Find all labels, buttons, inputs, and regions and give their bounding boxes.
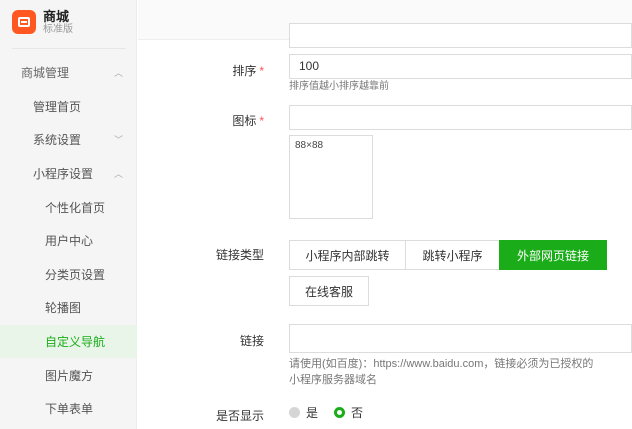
sidebar-item-label: 用户中心 [45, 234, 94, 249]
sidebar-menu: 商城管理 ︿ 管理首页 系统设置 ﹀ 小程序设置 ︿ 个性化首页 用户中心 分类… [0, 56, 137, 426]
link-type-miniprogram[interactable]: 跳转小程序 [405, 240, 500, 270]
sort-label: 排序 * [232, 64, 264, 78]
icon-url-input[interactable] [289, 105, 632, 130]
sidebar-item-label: 轮播图 [45, 301, 82, 316]
brand-name: 商城 [43, 8, 70, 24]
icon-size-hint: 88×88 [295, 140, 324, 151]
divider [12, 48, 126, 49]
sidebar-item-label: 图片魔方 [45, 368, 94, 383]
sidebar-item-label: 下单表单 [45, 402, 94, 417]
chevron-down-icon: ﹀ [113, 136, 123, 147]
chevron-up-icon: ︿ [113, 170, 123, 181]
link-hint-line-1: 请使用(如百度)：https://www.baidu.com，链接必须为已授权的 [289, 358, 594, 370]
title-input[interactable] [289, 23, 632, 48]
nav-edit-form: 排序 * 100 排序值越小排序越靠前 图标 * 88×88 链接类型 小程序内部跳… [138, 23, 632, 429]
brand-edition: 标准版 [43, 23, 73, 35]
sidebar-item-miniprogram-settings[interactable]: 小程序设置 ︿ [0, 157, 137, 191]
sidebar-item-label: 分类页设置 [45, 267, 106, 282]
sidebar-item-label: 小程序设置 [33, 167, 94, 182]
sidebar-item-order-form[interactable]: 下单表单 [0, 392, 137, 426]
link-input[interactable] [289, 324, 632, 353]
icon-label: 图标 * [232, 114, 264, 128]
show-yes-radio[interactable]: 是 [289, 404, 318, 421]
sidebar-item-category-page[interactable]: 分类页设置 [0, 258, 137, 292]
link-type-internal[interactable]: 小程序内部跳转 [289, 240, 406, 270]
link-type-external[interactable]: 外部网页链接 [499, 240, 607, 270]
sidebar-item-admin-home[interactable]: 管理首页 [0, 90, 137, 124]
sort-hint: 排序值越小排序越靠前 [289, 81, 389, 92]
show-no-radio[interactable]: 否 [334, 404, 363, 421]
link-label: 链接 [239, 334, 264, 348]
sidebar-item-user-center[interactable]: 用户中心 [0, 224, 137, 258]
radio-checked-icon [334, 407, 345, 418]
radio-unchecked-icon [289, 407, 300, 418]
sidebar-item-label: 系统设置 [33, 133, 82, 148]
show-label: 是否显示 [215, 409, 264, 423]
link-type-customer-service[interactable]: 在线客服 [289, 276, 369, 306]
link-hint-line-2: 小程序服务器域名 [289, 374, 377, 386]
brand[interactable]: 商城 标准版 [0, 0, 137, 44]
sidebar-item-custom-nav[interactable]: 自定义导航 [0, 324, 137, 359]
sort-input[interactable]: 100 [289, 54, 632, 79]
link-type-label: 链接类型 [215, 248, 264, 262]
sidebar: 商城 标准版 商城管理 ︿ 管理首页 系统设置 ﹀ 小程序设置 ︿ 个性化首页 … [0, 0, 137, 429]
sidebar-item-shop-management[interactable]: 商城管理 ︿ [0, 56, 137, 90]
sidebar-item-system-settings[interactable]: 系统设置 ﹀ [0, 123, 137, 157]
sidebar-item-image-cube[interactable]: 图片魔方 [0, 358, 137, 392]
sidebar-item-label: 管理首页 [33, 99, 82, 114]
sidebar-item-custom-home[interactable]: 个性化首页 [0, 190, 137, 224]
sidebar-item-label: 个性化首页 [45, 200, 106, 215]
sidebar-item-label: 商城管理 [21, 66, 70, 81]
required-mark: * [259, 64, 264, 78]
required-mark: * [259, 114, 264, 128]
icon-preview[interactable]: 88×88 [289, 135, 373, 219]
sidebar-item-banner[interactable]: 轮播图 [0, 291, 137, 325]
chevron-up-icon: ︿ [113, 69, 123, 80]
shop-bag-icon [12, 10, 36, 34]
sidebar-item-label: 自定义导航 [45, 335, 106, 350]
